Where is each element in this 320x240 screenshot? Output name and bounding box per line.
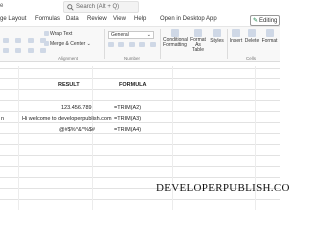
alignment-group-label: Alignment	[58, 56, 79, 61]
result-cell[interactable]: @#$%^&*%$#	[59, 127, 95, 133]
merge-center-icon	[44, 41, 49, 47]
merge-center-button[interactable]: Merge & Center ⌄	[44, 41, 91, 47]
cells-group-label: Cells	[246, 56, 257, 61]
delete-label: Delete	[244, 38, 260, 44]
wrap-text-label: Wrap Text	[50, 31, 73, 37]
search-box[interactable]: Search (Alt + Q)	[63, 1, 139, 13]
tab-open-in-desktop-app[interactable]: Open in Desktop App	[160, 16, 217, 22]
wrap-text-icon	[44, 31, 49, 37]
formula-cell[interactable]: =TRIM(A3)	[114, 116, 141, 122]
row-label-cell[interactable]: n	[1, 116, 4, 122]
ribbon: Wrap Text Merge & Center ⌄ Alignment Gen…	[0, 26, 280, 62]
conditional-formatting-icon	[171, 29, 179, 37]
increase-decimal-icon[interactable]	[139, 42, 146, 48]
row-line	[0, 68, 280, 69]
currency-icon[interactable]	[108, 42, 114, 48]
cell-styles-icon	[213, 29, 221, 37]
row-line	[0, 177, 280, 178]
row-line	[0, 166, 280, 167]
row-line	[0, 111, 280, 112]
formula-header[interactable]: FORMULA	[119, 82, 147, 88]
format-cells-icon	[265, 29, 274, 37]
number-format-select[interactable]: General ⌄	[108, 31, 154, 39]
ribbon-separator	[227, 29, 228, 59]
search-icon	[67, 4, 74, 11]
number-format-value: General	[111, 32, 129, 38]
tab-data[interactable]: Data	[66, 16, 79, 22]
row-line	[0, 122, 280, 123]
row-line	[0, 89, 280, 90]
conditional-formatting-button[interactable]: Conditional Formatting	[163, 29, 189, 48]
result-cell[interactable]: Hi welcome to developerpublish.com	[22, 116, 112, 122]
column-line	[18, 66, 19, 210]
align-left-icon[interactable]	[3, 48, 9, 54]
align-right-icon[interactable]	[27, 48, 34, 54]
tab-formulas[interactable]: Formulas	[35, 16, 60, 22]
formula-cell[interactable]: =TRIM(A2)	[114, 105, 141, 111]
result-header[interactable]: RESULT	[58, 82, 80, 88]
ribbon-separator	[160, 29, 161, 59]
row-line	[0, 144, 280, 145]
merge-center-label: Merge & Center	[50, 41, 86, 47]
row-line	[0, 199, 280, 200]
tab-review[interactable]: Review	[87, 16, 107, 22]
menu-bar: ge Layout Formulas Data Review View Help…	[0, 14, 280, 26]
decrease-decimal-icon[interactable]	[149, 42, 156, 48]
format-as-table-icon	[194, 29, 202, 37]
watermark-text: DEVELOPERPUBLISH.CO	[156, 182, 290, 194]
delete-button[interactable]: Delete	[244, 29, 260, 44]
format-label: Format	[261, 38, 278, 44]
format-as-table-label: Format As Table	[190, 37, 206, 53]
workbook-name: e	[0, 3, 4, 9]
insert-cells-icon	[232, 29, 240, 37]
column-line	[92, 66, 93, 210]
format-as-table-button[interactable]: Format As Table	[189, 29, 207, 53]
number-format-icons	[108, 42, 156, 48]
align-bottom-row	[3, 42, 47, 60]
wrap-text-button[interactable]: Wrap Text	[44, 31, 72, 37]
tab-help[interactable]: Help	[134, 16, 146, 22]
ribbon-separator	[104, 29, 105, 59]
number-group-label: Number	[124, 56, 141, 61]
tab-page-layout[interactable]: ge Layout	[0, 16, 26, 22]
format-button[interactable]: Format	[261, 29, 278, 44]
pencil-icon: ✎	[253, 18, 259, 24]
percent-icon[interactable]	[118, 42, 125, 48]
title-bar: e Search (Alt + Q)	[0, 0, 280, 14]
search-placeholder: Search (Alt + Q)	[76, 4, 120, 10]
row-line	[0, 78, 280, 79]
result-cell[interactable]: 123.456.789	[61, 105, 92, 111]
indent-icon[interactable]	[40, 48, 47, 54]
delete-cells-icon	[248, 29, 256, 37]
row-line	[0, 100, 280, 101]
chevron-down-icon: ⌄	[146, 32, 151, 38]
align-center-icon[interactable]	[15, 48, 22, 54]
styles-button[interactable]: Styles	[209, 29, 225, 44]
row-line	[0, 133, 280, 134]
editing-label: Editing	[259, 18, 278, 24]
insert-button[interactable]: Insert	[229, 29, 243, 44]
comma-style-icon[interactable]	[128, 42, 135, 48]
editing-mode-button[interactable]: ✎Editing	[250, 15, 280, 26]
formula-cell[interactable]: =TRIM(A4)	[114, 127, 141, 133]
insert-label: Insert	[229, 38, 243, 44]
conditional-formatting-label: Conditional Formatting	[163, 37, 189, 48]
styles-label: Styles	[210, 38, 224, 44]
row-line	[0, 155, 280, 156]
tab-view[interactable]: View	[113, 16, 126, 22]
